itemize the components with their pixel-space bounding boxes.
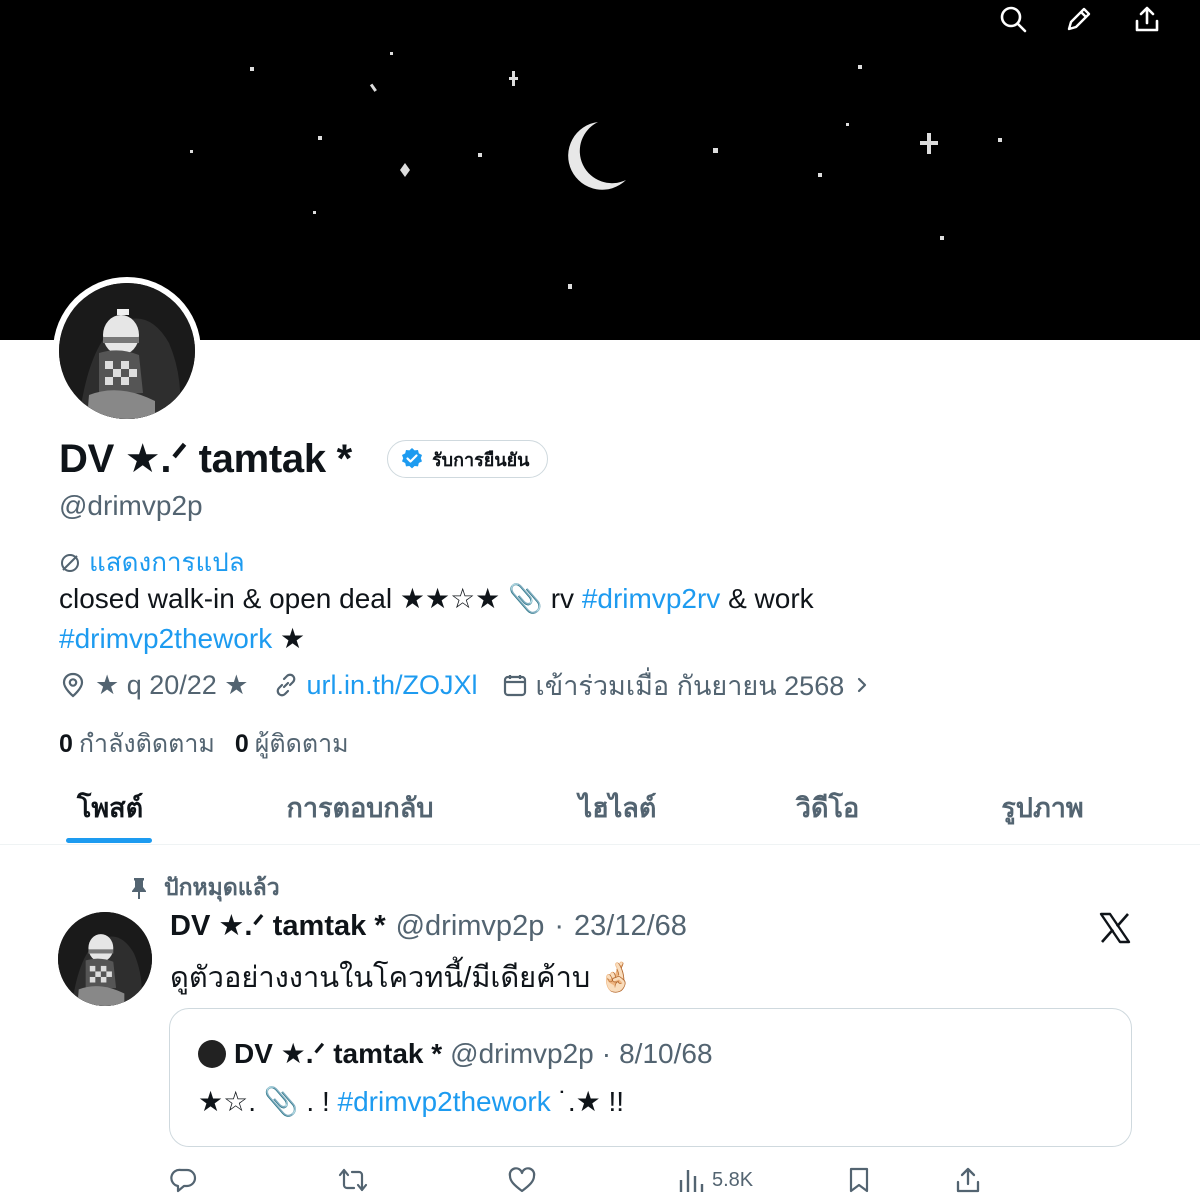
quoted-text: ˙.★ !!: [550, 1086, 625, 1117]
views-count: 5.8K: [712, 1168, 754, 1191]
stars: [190, 52, 1002, 289]
share-icon: [956, 1167, 980, 1193]
joined-date[interactable]: เข้าร่วมเมื่อ กันยายน 2568: [502, 664, 873, 707]
share-button[interactable]: [1130, 2, 1164, 36]
quoted-post-text: ★☆. 📎 . ! #drimvp2thework ˙.★ !!: [198, 1085, 624, 1118]
quoted-author-handle: @drimvp2p: [450, 1037, 594, 1069]
separator-dot: ·: [554, 910, 564, 942]
x-logo-icon: [1099, 912, 1131, 944]
profile-handle: @drimvp2p: [59, 490, 203, 521]
bookmark-icon: [849, 1167, 869, 1193]
get-verified-label: รับการยืนยัน: [432, 449, 530, 470]
reply-icon: [170, 1168, 197, 1193]
following-label: กำลังติดตาม: [78, 730, 215, 758]
post-actions: 5.8K: [0, 1160, 1200, 1199]
chevron-right-icon: [858, 677, 867, 693]
hashtag-drimvp2rv[interactable]: #drimvp2rv: [582, 583, 720, 614]
quoted-text: ★☆. 📎 . !: [198, 1086, 338, 1117]
profile-tabs: โพสต์ การตอบกลับ ไฮไลต์ วิดีโอ รูปภาพ: [0, 770, 1200, 845]
hashtag-drimvp2thework[interactable]: #drimvp2thework: [338, 1086, 551, 1117]
bio-text: & work: [720, 583, 814, 614]
bio-text: closed walk-in & open deal ★★☆★ 📎 rv: [59, 583, 582, 614]
location-pin-icon: [62, 672, 84, 698]
edit-button[interactable]: [1062, 2, 1096, 36]
quoted-author-name: DV ★.ᐟ tamtak *: [234, 1038, 443, 1069]
profile-avatar[interactable]: [53, 277, 201, 425]
show-translation-label: แสดงการแปล: [89, 547, 245, 577]
post-author-handle[interactable]: @drimvp2p: [396, 910, 545, 943]
get-verified-button[interactable]: รับการยืนยัน: [387, 440, 549, 478]
separator-dot: ·: [601, 1037, 612, 1069]
tab-replies[interactable]: การตอบกลับ: [270, 770, 450, 845]
bookmark-button[interactable]: [846, 1164, 872, 1196]
search-icon: [1000, 6, 1027, 33]
tab-videos[interactable]: วิดีโอ: [780, 770, 875, 845]
tab-highlights[interactable]: ไฮไลต์: [560, 770, 675, 845]
followers-label: ผู้ติดตาม: [254, 730, 349, 758]
display-name: DV ★.ᐟ tamtak *: [59, 437, 352, 481]
show-translation-link[interactable]: แสดงการแปล: [59, 542, 245, 583]
joined-text: เข้าร่วมเมื่อ กันยายน 2568: [535, 670, 845, 701]
following-count: 0: [59, 730, 73, 758]
post-date[interactable]: 23/12/68: [574, 910, 687, 943]
views-chart-icon: [679, 1170, 704, 1192]
location: ★ q 20/22 ★: [59, 670, 249, 701]
quoted-post-header: DV ★.ᐟ tamtak * @drimvp2p · 8/10/68: [198, 1037, 713, 1070]
follow-stats: 0 กำลังติดตาม 0 ผู้ติดตาม: [59, 724, 349, 764]
post-author-name[interactable]: DV ★.ᐟ tamtak *: [170, 908, 386, 943]
repost-button[interactable]: [338, 1164, 368, 1196]
hashtag-drimvp2thework[interactable]: #drimvp2thework: [59, 623, 272, 654]
tab-media[interactable]: รูปภาพ: [985, 770, 1100, 845]
pin-icon: [132, 878, 146, 899]
verified-badge-icon: [402, 448, 422, 469]
like-button[interactable]: [507, 1164, 537, 1196]
post-header: DV ★.ᐟ tamtak * @drimvp2p · 23/12/68: [170, 908, 687, 943]
location-text: ★ q 20/22 ★: [95, 669, 249, 700]
avatar-image: [59, 283, 195, 419]
link-icon: [276, 673, 295, 697]
website[interactable]: url.in.th/ZOJXl: [273, 670, 478, 701]
moon-shape: [568, 122, 626, 190]
repost-icon: [338, 1168, 368, 1192]
night-sky-banner-image: [190, 52, 1002, 289]
bio-text: ★: [272, 623, 306, 654]
heart-icon: [508, 1167, 536, 1193]
x-logo-button[interactable]: [1097, 910, 1133, 946]
reply-button[interactable]: [170, 1164, 198, 1196]
profile-bio: closed walk-in & open deal ★★☆★ 📎 rv #dr…: [59, 579, 1159, 659]
following-link[interactable]: 0 กำลังติดตาม: [59, 724, 215, 764]
share-post-button[interactable]: [954, 1164, 982, 1196]
tab-posts[interactable]: โพสต์: [60, 770, 160, 845]
calendar-icon: [503, 675, 526, 697]
quoted-post[interactable]: DV ★.ᐟ tamtak * @drimvp2p · 8/10/68 ★☆. …: [169, 1008, 1132, 1147]
profile-meta: ★ q 20/22 ★ url.in.th/ZOJXl เข้าร่วมเมื่…: [59, 666, 896, 704]
translate-icon: [61, 553, 79, 572]
pinned-label: ปักหมุดแล้ว: [164, 874, 280, 900]
post-text: ดูตัวอย่างงานในโควทนี้/มีเดียค้าบ 🤞🏻: [170, 962, 635, 994]
post-author-avatar[interactable]: [58, 912, 152, 1006]
views-button[interactable]: 5.8K: [678, 1164, 753, 1196]
search-button[interactable]: [996, 2, 1030, 36]
website-link[interactable]: url.in.th/ZOJXl: [307, 670, 478, 701]
profile-banner[interactable]: [0, 0, 1200, 340]
share-icon: [1135, 6, 1159, 32]
edit-icon: [1067, 7, 1091, 31]
quoted-author-avatar: [198, 1039, 226, 1068]
followers-link[interactable]: 0 ผู้ติดตาม: [235, 724, 349, 764]
active-tab-indicator: [66, 838, 152, 843]
pinned-indicator: ปักหมุดแล้ว: [128, 870, 280, 906]
followers-count: 0: [234, 730, 249, 758]
quoted-post-date: 8/10/68: [619, 1037, 713, 1069]
